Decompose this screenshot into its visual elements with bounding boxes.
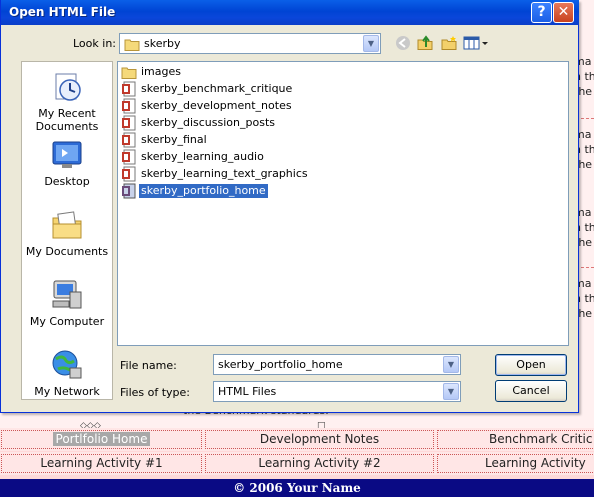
place-my-documents[interactable]: My Documents bbox=[22, 208, 112, 258]
desktop-icon bbox=[50, 138, 84, 172]
file-name: skerby_discussion_posts bbox=[141, 116, 275, 129]
look-in-label: Look in: bbox=[73, 37, 116, 50]
folder-icon bbox=[121, 67, 137, 79]
chevron-down-icon[interactable]: ▼ bbox=[363, 35, 379, 52]
file-name-value: skerby_portfolio_home bbox=[218, 358, 343, 371]
nav-link-learning-activity-1[interactable]: Learning Activity #1 bbox=[1, 454, 202, 473]
file-name: images bbox=[141, 65, 181, 78]
my-network-icon bbox=[50, 348, 84, 382]
open-file-dialog: Open HTML File ? ✕ Look in: skerby ▼ My … bbox=[0, 0, 579, 413]
file-name-label: File name: bbox=[120, 359, 177, 372]
recent-documents-icon bbox=[50, 70, 84, 104]
page-footer: © 2006 Your Name bbox=[0, 479, 594, 497]
place-desktop[interactable]: Desktop bbox=[22, 138, 112, 188]
place-my-recent-documents[interactable]: My Recent Documents bbox=[22, 70, 112, 133]
my-documents-icon bbox=[50, 208, 84, 242]
nav-link-learning-activity-3[interactable]: Learning Activity bbox=[437, 454, 594, 473]
file-name-field[interactable]: skerby_portfolio_home ▼ bbox=[213, 354, 461, 375]
html-file-icon bbox=[122, 81, 136, 97]
nav-link-portfolio-home[interactable]: Portlfolio Home bbox=[1, 430, 202, 449]
html-file-icon bbox=[122, 98, 136, 114]
cancel-button[interactable]: Cancel bbox=[495, 380, 567, 402]
back-icon[interactable] bbox=[394, 35, 412, 53]
file-name: skerby_portfolio_home bbox=[139, 184, 268, 198]
look-in-value: skerby bbox=[144, 37, 181, 50]
nav-row-1: Portlfolio Home Development Notes Benchm… bbox=[0, 428, 594, 451]
look-in-dropdown[interactable]: skerby ▼ bbox=[119, 33, 381, 54]
files-of-type-dropdown[interactable]: HTML Files ▼ bbox=[213, 381, 461, 402]
chevron-down-icon[interactable]: ▼ bbox=[443, 383, 459, 400]
folder-icon bbox=[124, 39, 140, 51]
place-label: My Network bbox=[34, 385, 100, 398]
nav-link-benchmark-critique[interactable]: Benchmark Critic bbox=[437, 430, 594, 449]
new-folder-icon[interactable] bbox=[440, 35, 458, 53]
close-button[interactable]: ✕ bbox=[553, 2, 574, 23]
place-label: My Computer bbox=[29, 315, 105, 328]
open-button[interactable]: Open bbox=[495, 354, 567, 376]
place-label: My Recent Documents bbox=[35, 107, 99, 133]
nav-row-2: Learning Activity #1 Learning Activity #… bbox=[0, 452, 594, 475]
my-computer-icon bbox=[50, 278, 84, 312]
file-list[interactable]: images skerby_benchmark_critique skerby_… bbox=[117, 61, 569, 346]
file-name: skerby_learning_text_graphics bbox=[141, 167, 308, 180]
html-file-icon bbox=[122, 166, 136, 182]
chevron-down-icon[interactable]: ▼ bbox=[443, 356, 459, 373]
html-file-icon bbox=[122, 183, 136, 199]
place-label: My Documents bbox=[25, 245, 109, 258]
nav-link-learning-activity-2[interactable]: Learning Activity #2 bbox=[205, 454, 434, 473]
html-file-icon bbox=[122, 149, 136, 165]
help-button[interactable]: ? bbox=[531, 2, 552, 23]
html-file-icon bbox=[122, 115, 136, 131]
file-name: skerby_benchmark_critique bbox=[141, 82, 293, 95]
html-file-icon bbox=[122, 132, 136, 148]
up-folder-icon[interactable] bbox=[416, 35, 434, 53]
file-name: skerby_final bbox=[141, 133, 207, 146]
file-name: skerby_learning_audio bbox=[141, 150, 264, 163]
files-of-type-value: HTML Files bbox=[218, 385, 277, 398]
dialog-title: Open HTML File bbox=[9, 5, 116, 19]
files-of-type-label: Files of type: bbox=[120, 386, 191, 399]
place-my-computer[interactable]: My Computer bbox=[22, 278, 112, 328]
file-name: skerby_development_notes bbox=[141, 99, 292, 112]
dialog-titlebar[interactable]: Open HTML File ? ✕ bbox=[1, 0, 579, 25]
places-bar: My Recent Documents Desktop My Documents… bbox=[21, 61, 113, 400]
place-my-network[interactable]: My Network bbox=[22, 348, 112, 398]
nav-link-development-notes[interactable]: Development Notes bbox=[205, 430, 434, 449]
view-menu-icon[interactable] bbox=[463, 35, 489, 53]
place-label: Desktop bbox=[44, 175, 90, 188]
